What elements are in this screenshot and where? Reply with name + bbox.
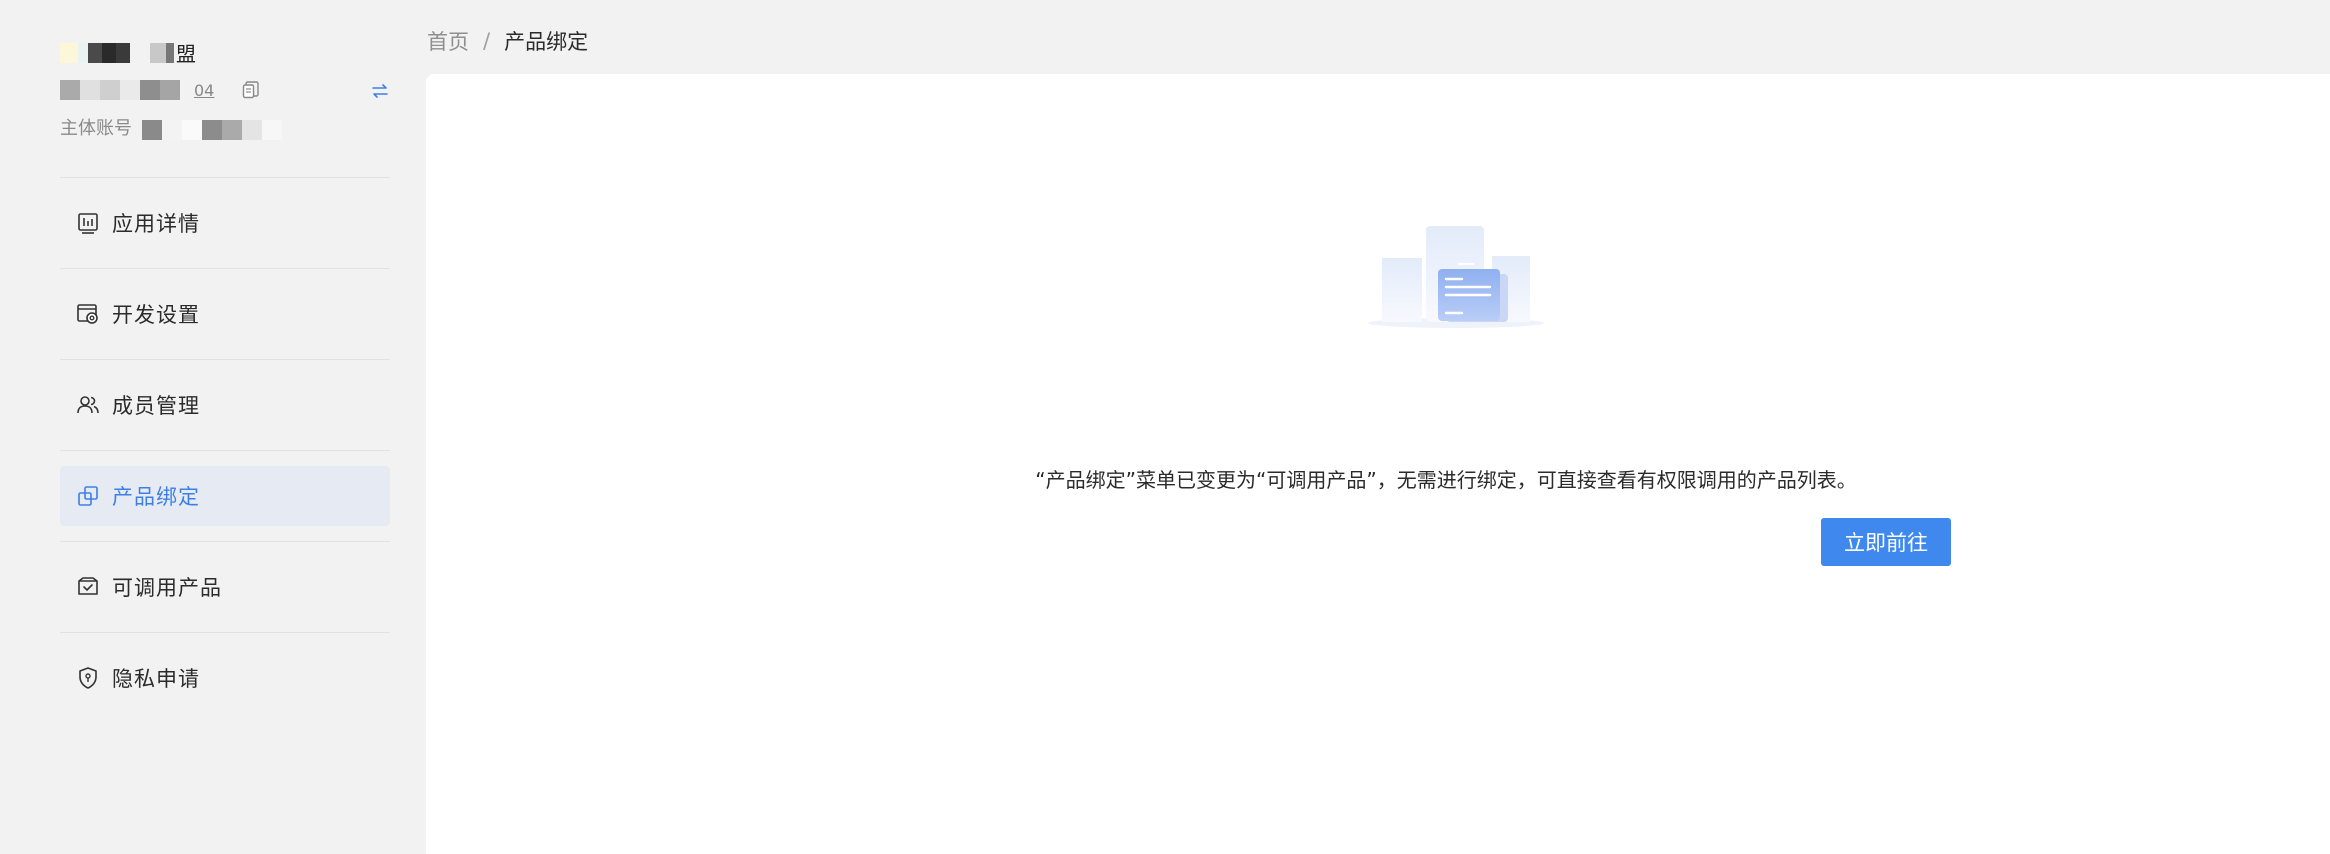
app-info: 盟 04 主体账号	[60, 28, 390, 148]
go-now-button[interactable]: 立即前往	[1821, 518, 1951, 566]
sidebar-item-label: 成员管理	[112, 394, 200, 418]
breadcrumb: 首页 / 产品绑定	[427, 26, 588, 56]
chart-board-icon	[78, 213, 98, 234]
sidebar-item-label: 可调用产品	[112, 576, 222, 600]
app-id: 04	[60, 80, 260, 100]
members-icon	[77, 396, 99, 414]
sidebar-menu: 应用详情 开发设置 成员管理 产品绑定 可调用产品 隐私申请	[60, 177, 390, 723]
app-name: 盟	[60, 38, 196, 67]
app-name-text: 盟	[176, 42, 196, 66]
sidebar-item-label: 隐私申请	[112, 667, 200, 691]
breadcrumb-current: 产品绑定	[504, 30, 589, 54]
copy-icon[interactable]	[242, 81, 260, 99]
empty-document-illustration	[1368, 226, 1544, 328]
account-value	[142, 120, 282, 140]
sidebar-item-label: 应用详情	[112, 212, 200, 236]
dev-settings-icon	[77, 304, 98, 324]
sidebar: 盟 04 主体账号 应用详情 开发设置 成员管理 产品绑定 可调用产品 隐私申请	[0, 0, 425, 854]
sidebar-item-label: 产品绑定	[112, 485, 200, 509]
main-content: “产品绑定”菜单已变更为“可调用产品”，无需进行绑定，可直接查看有权限调用的产品…	[426, 74, 2330, 854]
app-id-text: 04	[194, 80, 215, 100]
breadcrumb-home-link[interactable]: 首页	[427, 26, 469, 56]
sidebar-item-members[interactable]: 成员管理	[60, 375, 390, 435]
callable-products-icon	[78, 577, 98, 595]
sidebar-item-app-details[interactable]: 应用详情	[60, 193, 390, 253]
sidebar-item-label: 开发设置	[112, 303, 200, 327]
breadcrumb-separator: /	[483, 29, 491, 53]
shield-icon	[79, 667, 97, 689]
sidebar-item-dev-settings[interactable]: 开发设置	[60, 284, 390, 344]
account-label: 主体账号	[60, 118, 132, 139]
sidebar-item-privacy[interactable]: 隐私申请	[60, 648, 390, 708]
sidebar-item-callable-products[interactable]: 可调用产品	[60, 557, 390, 617]
switch-icon[interactable]	[370, 81, 390, 101]
product-bind-icon	[78, 486, 98, 506]
migration-notice-text: “产品绑定”菜单已变更为“可调用产品”，无需进行绑定，可直接查看有权限调用的产品…	[1035, 468, 1857, 492]
sidebar-item-product-bind[interactable]: 产品绑定	[60, 466, 390, 526]
